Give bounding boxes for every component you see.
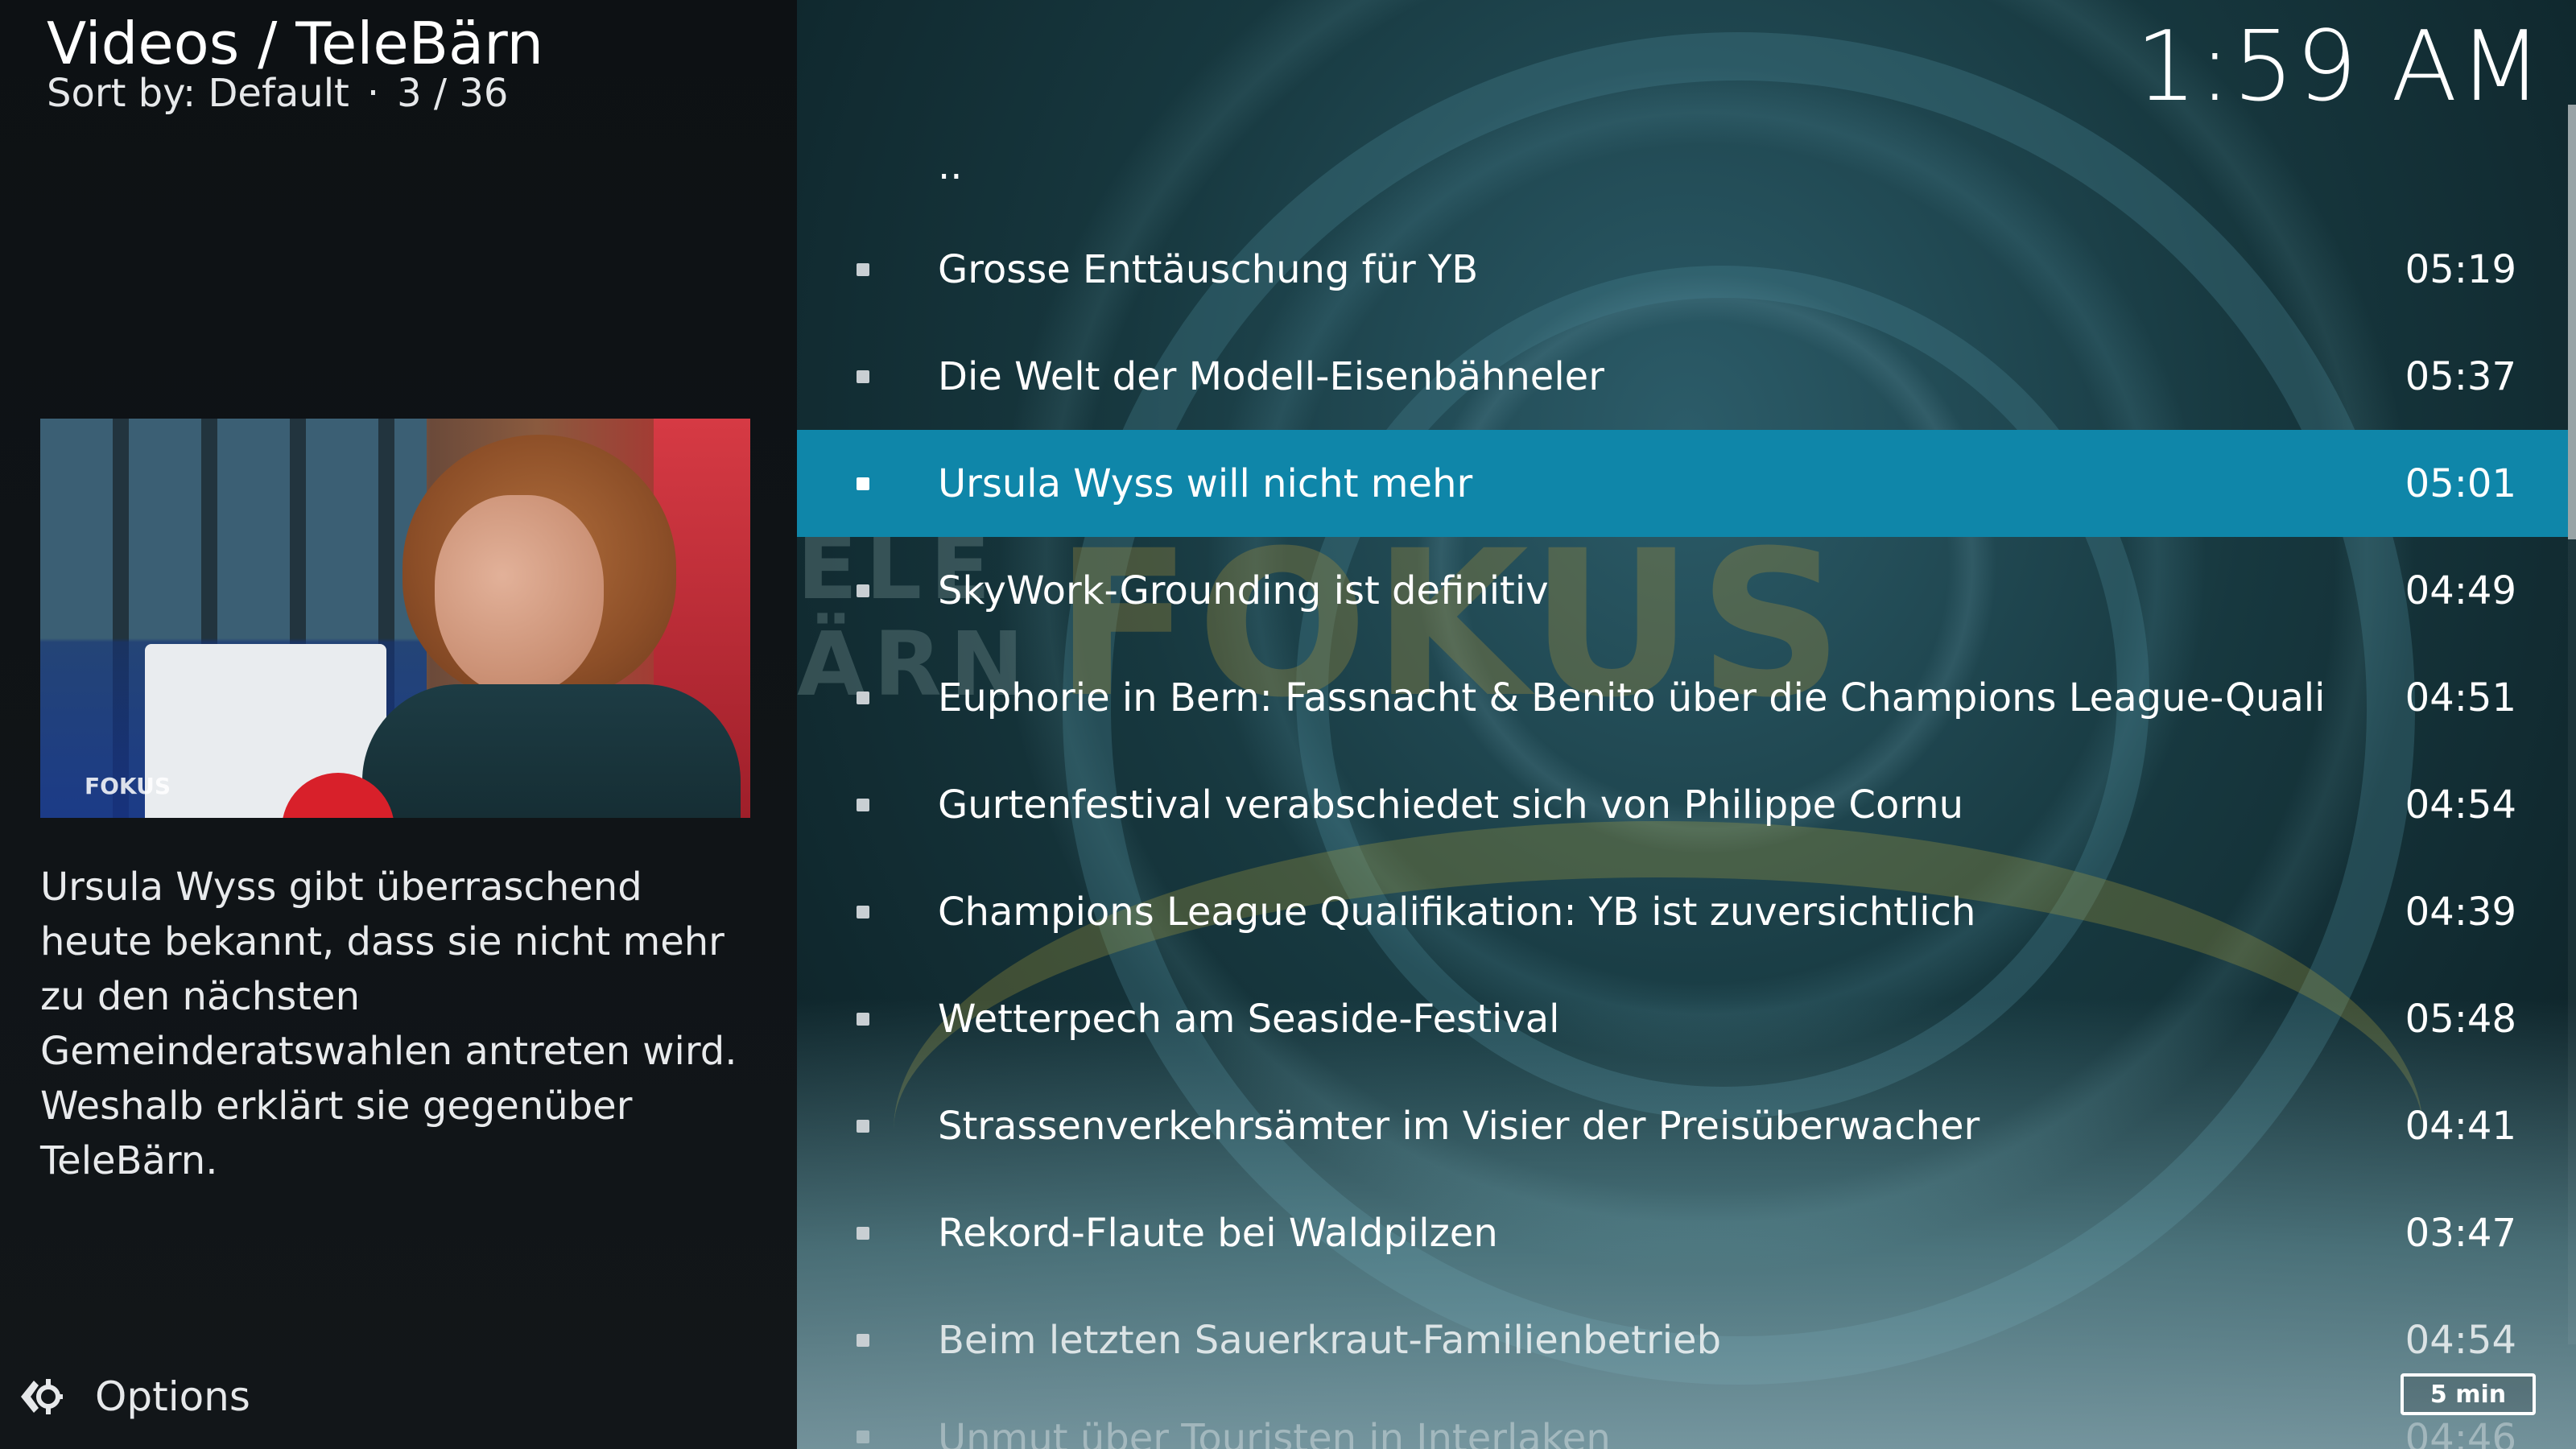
item-duration: 05:19 [2405,246,2516,292]
thumbnail-brand: FOKUS [85,773,171,799]
list-item[interactable]: SkyWork-Grounding ist definitiv 04:49 [797,537,2568,644]
bullet-icon [857,369,869,383]
list-item[interactable]: Grosse Enttäuschung für YB 05:19 [797,216,2568,323]
bullet-icon [857,1333,869,1347]
bullet-icon [857,1226,869,1240]
scrollbar-thumb[interactable] [2568,105,2576,539]
list-item[interactable]: Wetterpech am Seaside-Festival 05:48 [797,965,2568,1072]
item-title: Die Welt der Modell-Eisenbähneler [938,353,1604,399]
item-duration: 05:37 [2405,353,2516,399]
item-title: Ursula Wyss will nicht mehr [938,460,1473,506]
list-item[interactable]: Rekord-Flaute bei Waldpilzen 03:47 [797,1179,2568,1286]
sort-info: Sort by: Default · 3 / 36 [47,71,508,116]
item-duration: 03:47 [2405,1210,2516,1256]
clock: 1:59 AM [2135,11,2544,123]
parent-folder-item[interactable]: .. [938,143,963,188]
page-title: Videos / TeleBärn [47,10,544,77]
item-duration: 05:48 [2405,996,2516,1042]
bullet-icon [857,262,869,276]
item-title: Rekord-Flaute bei Waldpilzen [938,1210,1498,1256]
item-title: Wetterpech am Seaside-Festival [938,996,1560,1042]
item-duration: 04:46 [2405,1416,2516,1449]
bullet-icon [857,1012,869,1026]
item-duration: 04:39 [2405,889,2516,935]
bullet-icon [857,1119,869,1133]
item-title: Unmut über Touristen in Interlaken [938,1416,1611,1449]
item-duration: 04:54 [2405,1317,2516,1363]
options-button[interactable]: Options [18,1368,250,1425]
list-item[interactable]: Die Welt der Modell-Eisenbähneler 05:37 [797,323,2568,430]
item-title: SkyWork-Grounding ist definitiv [938,568,1549,613]
list-scrollbar[interactable] [2568,105,2576,1344]
list-item-selected[interactable]: Ursula Wyss will nicht mehr 05:01 [797,430,2568,537]
item-position: 3 / 36 [397,71,509,116]
item-title: Champions League Qualifikation: YB ist z… [938,889,1976,935]
sort-label[interactable]: Sort by: Default [47,71,349,116]
video-thumbnail: FOKUS [40,419,750,818]
bullet-icon [857,1430,869,1443]
item-duration: 04:49 [2405,568,2516,613]
item-duration: 04:41 [2405,1103,2516,1149]
bullet-icon [857,584,869,597]
item-title: Grosse Enttäuschung für YB [938,246,1479,292]
bullet-icon [857,691,869,704]
item-title: Euphorie in Bern: Fassnacht & Benito übe… [938,675,2326,720]
thumbnail-person-face [435,495,604,696]
info-panel: Videos / TeleBärn Sort by: Default · 3 / 3… [0,0,797,1449]
list-item[interactable]: Gurtenfestival verabschiedet sich von Ph… [797,751,2568,858]
list-item[interactable]: Strassenverkehrsämter im Visier der Prei… [797,1072,2568,1179]
list-item[interactable]: Champions League Qualifikation: YB ist z… [797,858,2568,965]
bullet-icon [857,798,869,811]
item-title: Gurtenfestival verabschiedet sich von Ph… [938,782,1964,828]
item-title: Strassenverkehrsämter im Visier der Prei… [938,1103,1980,1149]
item-duration: 04:54 [2405,782,2516,828]
separator: · [366,71,380,116]
options-label: Options [95,1373,250,1420]
item-duration: 04:51 [2405,675,2516,720]
list-item[interactable]: Unmut über Touristen in Interlaken 04:46 [797,1393,2568,1449]
item-duration: 05:01 [2405,460,2516,506]
plot-text: Ursula Wyss gibt überraschend heute beka… [40,865,737,1183]
duration-badge: 5 min [2401,1373,2536,1415]
options-icon [21,1379,63,1414]
list-item[interactable]: Euphorie in Bern: Fassnacht & Benito übe… [797,644,2568,751]
bullet-icon [857,905,869,919]
item-title: Beim letzten Sauerkraut-Familienbetrieb [938,1317,1722,1363]
kodi-video-browser: FOKUS ELE ÄRN Videos / TeleBärn Sort by:… [0,0,2576,1449]
list-item[interactable]: Beim letzten Sauerkraut-Familienbetrieb … [797,1286,2568,1393]
bullet-icon [857,477,869,490]
thumbnail-person-body [362,684,741,818]
